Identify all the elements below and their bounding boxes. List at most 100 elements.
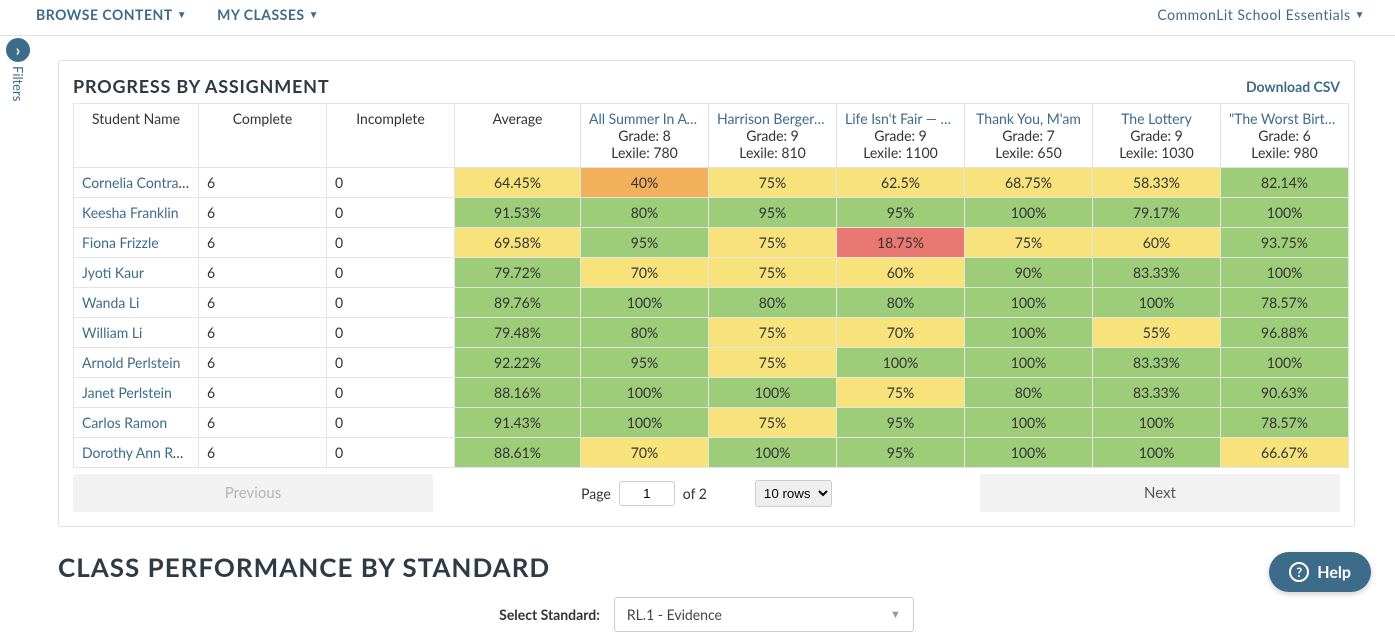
top-nav-left: BROWSE CONTENT ▼ MY CLASSES ▼ — [36, 6, 319, 23]
table-row: Arnold Perlstein6092.22%95%75%100%100%83… — [74, 348, 1349, 378]
score-cell: 100% — [1093, 408, 1221, 438]
help-button[interactable]: ? Help — [1269, 552, 1371, 592]
page-input[interactable] — [619, 481, 675, 506]
score-cell: 100% — [965, 288, 1093, 318]
student-link[interactable]: Dorothy Ann Rourke — [82, 444, 199, 461]
score-cell: 95% — [581, 348, 709, 378]
score-cell: 95% — [837, 438, 965, 468]
score-cell: 100% — [837, 348, 965, 378]
score-cell: 80% — [837, 288, 965, 318]
col-assignment[interactable]: Harrison BergeronGrade: 9Lexile: 810 — [709, 104, 837, 168]
table-row: Keesha Franklin6091.53%80%95%95%100%79.1… — [74, 198, 1349, 228]
student-link[interactable]: Keesha Franklin — [82, 204, 179, 221]
complete-cell: 6 — [199, 348, 327, 378]
student-link[interactable]: William Li — [82, 324, 142, 341]
score-cell: 18.75% — [837, 228, 965, 258]
nav-school-essentials[interactable]: CommonLit School Essentials ▼ — [1157, 6, 1365, 23]
col-incomplete: Incomplete — [327, 104, 455, 168]
assignment-grade: Grade: 8 — [589, 127, 700, 144]
incomplete-cell: 0 — [327, 408, 455, 438]
caret-down-icon: ▼ — [177, 9, 187, 21]
complete-cell: 6 — [199, 438, 327, 468]
score-cell: 75% — [965, 228, 1093, 258]
score-cell: 83.33% — [1093, 258, 1221, 288]
help-icon: ? — [1289, 562, 1309, 582]
table-row: William Li6079.48%80%75%70%100%55%96.88% — [74, 318, 1349, 348]
filters-sidebar[interactable]: › Filters — [4, 38, 32, 101]
table-body: Cornelia Contralto6064.45%40%75%62.5%68.… — [74, 168, 1349, 468]
assignment-link[interactable]: Life Isn't Fair — Deal With It — [845, 110, 956, 127]
nav-my-classes[interactable]: MY CLASSES ▼ — [217, 6, 319, 23]
col-assignment[interactable]: "The Worst Birthday"Grade: 6Lexile: 980 — [1221, 104, 1349, 168]
complete-cell: 6 — [199, 258, 327, 288]
col-student-name: Student Name — [74, 104, 199, 168]
assignment-lexile: Lexile: 980 — [1229, 144, 1340, 161]
nav-browse-content[interactable]: BROWSE CONTENT ▼ — [36, 6, 187, 23]
average-cell: 89.76% — [455, 288, 581, 318]
assignment-grade: Grade: 7 — [973, 127, 1084, 144]
score-cell: 79.17% — [1093, 198, 1221, 228]
student-link[interactable]: Janet Perlstein — [82, 384, 172, 401]
score-cell: 60% — [837, 258, 965, 288]
assignment-link[interactable]: The Lottery — [1101, 110, 1212, 127]
caret-down-icon: ▼ — [309, 9, 319, 21]
score-cell: 75% — [837, 378, 965, 408]
col-average: Average — [455, 104, 581, 168]
student-link[interactable]: Cornelia Contralto — [82, 174, 195, 191]
table-row: Dorothy Ann Rourke6088.61%70%100%95%100%… — [74, 438, 1349, 468]
student-link[interactable]: Wanda Li — [82, 294, 139, 311]
student-name-cell: Arnold Perlstein — [74, 348, 199, 378]
score-cell: 80% — [965, 378, 1093, 408]
pager-center: Page of 2 10 rows — [433, 480, 980, 507]
score-cell: 100% — [1093, 288, 1221, 318]
col-assignment[interactable]: The LotteryGrade: 9Lexile: 1030 — [1093, 104, 1221, 168]
assignment-link[interactable]: All Summer In A Day — [589, 110, 700, 127]
assignment-grade: Grade: 9 — [1101, 127, 1212, 144]
score-cell: 75% — [709, 318, 837, 348]
assignment-grade: Grade: 9 — [845, 127, 956, 144]
filters-label: Filters — [10, 66, 26, 101]
assignment-lexile: Lexile: 780 — [589, 144, 700, 161]
nav-browse-label: BROWSE CONTENT — [36, 6, 173, 23]
table-row: Fiona Frizzle6069.58%95%75%18.75%75%60%9… — [74, 228, 1349, 258]
standard-section-title: CLASS PERFORMANCE BY STANDARD — [58, 551, 1355, 583]
next-button[interactable]: Next — [980, 474, 1340, 512]
col-assignment[interactable]: Life Isn't Fair — Deal With ItGrade: 9Le… — [837, 104, 965, 168]
assignment-link[interactable]: "The Worst Birthday" — [1229, 110, 1340, 127]
progress-card: PROGRESS BY ASSIGNMENT Download CSV Stud… — [58, 60, 1355, 527]
score-cell: 93.75% — [1221, 228, 1349, 258]
student-link[interactable]: Fiona Frizzle — [82, 234, 159, 251]
complete-cell: 6 — [199, 168, 327, 198]
student-name-cell: Cornelia Contralto — [74, 168, 199, 198]
previous-button[interactable]: Previous — [73, 474, 433, 512]
col-assignment[interactable]: All Summer In A DayGrade: 8Lexile: 780 — [581, 104, 709, 168]
assignment-link[interactable]: Harrison Bergeron — [717, 110, 828, 127]
score-cell: 60% — [1093, 228, 1221, 258]
rows-select[interactable]: 10 rows — [755, 480, 832, 507]
average-cell: 64.45% — [455, 168, 581, 198]
score-cell: 100% — [965, 318, 1093, 348]
score-cell: 100% — [965, 198, 1093, 228]
score-cell: 70% — [581, 258, 709, 288]
col-assignment[interactable]: Thank You, M'amGrade: 7Lexile: 650 — [965, 104, 1093, 168]
incomplete-cell: 0 — [327, 318, 455, 348]
help-label: Help — [1317, 563, 1351, 582]
student-link[interactable]: Jyoti Kaur — [82, 264, 144, 281]
assignment-grade: Grade: 9 — [717, 127, 828, 144]
average-cell: 92.22% — [455, 348, 581, 378]
main-content: PROGRESS BY ASSIGNMENT Download CSV Stud… — [58, 60, 1355, 632]
top-nav: BROWSE CONTENT ▼ MY CLASSES ▼ CommonLit … — [0, 0, 1395, 36]
assignment-link[interactable]: Thank You, M'am — [973, 110, 1084, 127]
student-link[interactable]: Carlos Ramon — [82, 414, 167, 431]
score-cell: 70% — [837, 318, 965, 348]
table-row: Wanda Li6089.76%100%80%80%100%100%78.57% — [74, 288, 1349, 318]
student-name-cell: Carlos Ramon — [74, 408, 199, 438]
student-link[interactable]: Arnold Perlstein — [82, 354, 180, 371]
select-standard-label: Select Standard: — [499, 606, 600, 623]
download-csv-link[interactable]: Download CSV — [1246, 78, 1340, 95]
table-row: Cornelia Contralto6064.45%40%75%62.5%68.… — [74, 168, 1349, 198]
standard-dropdown[interactable]: RL.1 - Evidence ▼ — [614, 597, 914, 632]
page-label: Page — [581, 485, 611, 502]
expand-icon[interactable]: › — [6, 38, 30, 62]
score-cell: 100% — [965, 408, 1093, 438]
